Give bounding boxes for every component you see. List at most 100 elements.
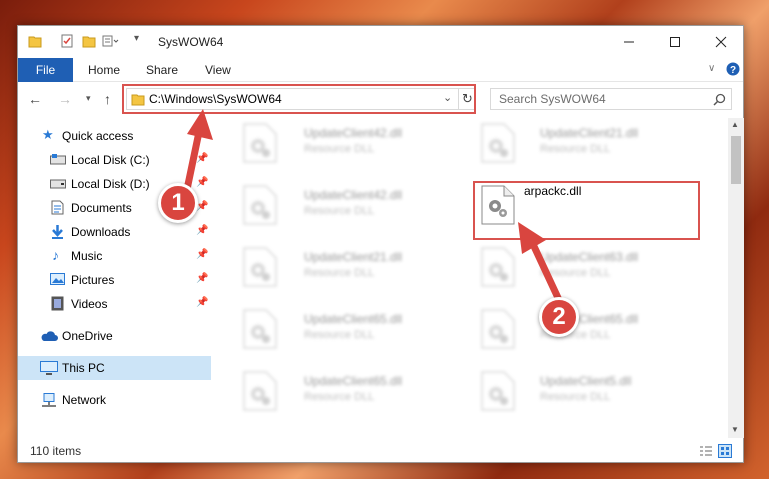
status-bar: 110 items xyxy=(18,439,743,463)
folder-icon xyxy=(28,36,42,48)
file-name: UpdateClient65.dll xyxy=(304,374,403,388)
pin-icon[interactable]: 📌 xyxy=(196,297,208,308)
drive-icon xyxy=(50,154,66,165)
minimize-button[interactable] xyxy=(606,26,652,58)
sidebar-item-label: Music xyxy=(71,249,103,263)
ribbon: File Home Share View ∨ ? xyxy=(18,58,743,82)
properties-icon[interactable] xyxy=(60,34,74,48)
scrollbar-thumb[interactable] xyxy=(731,136,741,184)
details-view-icon[interactable] xyxy=(699,445,713,457)
file-item[interactable]: UpdateClient42.dll Resource DLL xyxy=(234,180,464,230)
maximize-button[interactable] xyxy=(652,26,698,58)
sidebar-item-label: Downloads xyxy=(71,225,131,239)
up-arrow-icon[interactable]: ↑ xyxy=(104,91,111,107)
search-placeholder: Search SysWOW64 xyxy=(499,92,606,106)
dll-file-icon xyxy=(243,309,277,349)
dll-file-icon xyxy=(243,247,277,287)
file-type: Resource DLL xyxy=(540,143,611,155)
drive-icon xyxy=(50,179,66,189)
star-icon: ★ xyxy=(42,127,54,142)
close-button[interactable] xyxy=(698,26,744,58)
sidebar-item-label: This PC xyxy=(62,361,105,375)
file-name: UpdateClient5.dll xyxy=(540,374,632,388)
search-input[interactable]: Search SysWOW64 xyxy=(490,88,732,110)
dll-file-icon xyxy=(243,371,277,411)
file-name: UpdateClient42.dll xyxy=(304,126,403,140)
sidebar-item-videos[interactable]: Videos 📌 xyxy=(18,292,211,316)
dll-file-icon xyxy=(243,185,277,225)
customize-toolbar-icon[interactable] xyxy=(102,34,120,48)
pictures-icon xyxy=(50,273,65,285)
tab-home[interactable]: Home xyxy=(88,63,120,77)
file-type: Resource DLL xyxy=(304,205,375,217)
file-list: UpdateClient42.dll Resource DLL UpdateCl… xyxy=(214,118,728,438)
network-icon xyxy=(42,393,56,407)
item-count: 110 items xyxy=(30,444,82,458)
download-icon xyxy=(52,225,63,239)
file-item[interactable]: UpdateClient5.dll Resource DLL xyxy=(472,366,702,416)
tab-view[interactable]: View xyxy=(205,63,231,77)
scroll-up-icon[interactable]: ▲ xyxy=(731,120,739,129)
sidebar-item-label: Pictures xyxy=(71,273,115,287)
documents-icon xyxy=(51,200,64,215)
tab-file[interactable]: File xyxy=(18,58,73,82)
file-item[interactable]: UpdateClient65.dll Resource DLL xyxy=(234,304,464,354)
file-type: Resource DLL xyxy=(304,391,375,403)
sidebar-item-downloads[interactable]: Downloads 📌 xyxy=(18,220,211,244)
dll-file-icon xyxy=(243,123,277,163)
scroll-down-icon[interactable]: ▼ xyxy=(731,425,739,434)
file-item[interactable]: UpdateClient65.dll Resource DLL xyxy=(234,366,464,416)
sidebar-item-label: OneDrive xyxy=(62,329,113,343)
pin-icon[interactable]: 📌 xyxy=(196,273,208,284)
step-2-badge: 2 xyxy=(539,297,579,337)
file-highlight xyxy=(473,181,700,240)
music-icon: ♪ xyxy=(52,247,59,263)
file-item[interactable]: UpdateClient65.dll Resource DLL xyxy=(472,304,702,354)
sidebar-item-network[interactable]: Network xyxy=(18,388,211,412)
search-icon xyxy=(713,93,726,106)
minimize-icon xyxy=(624,41,634,43)
vertical-scrollbar[interactable]: ▲ ▼ xyxy=(728,118,744,438)
sidebar-item-music[interactable]: ♪ Music 📌 xyxy=(18,244,211,268)
back-arrow-icon[interactable]: ← xyxy=(28,91,42,107)
file-type: Resource DLL xyxy=(304,143,375,155)
sidebar-item-label: Videos xyxy=(71,297,108,311)
expand-ribbon-icon[interactable]: ∨ xyxy=(708,63,715,74)
file-name: UpdateClient21.dll xyxy=(304,250,403,264)
file-name: UpdateClient65.dll xyxy=(304,312,403,326)
file-type: Resource DLL xyxy=(304,267,375,279)
quick-access-dropdown-icon[interactable]: ▾ xyxy=(134,33,139,44)
new-folder-icon[interactable] xyxy=(82,34,96,48)
dll-file-icon xyxy=(481,309,515,349)
window-title: SysWOW64 xyxy=(158,35,224,49)
large-icons-view-icon[interactable] xyxy=(718,444,732,458)
dll-file-icon xyxy=(481,123,515,163)
sidebar-item-label: Network xyxy=(62,393,107,407)
file-type: Resource DLL xyxy=(304,329,375,341)
file-type: Resource DLL xyxy=(540,391,611,403)
file-name: UpdateClient42.dll xyxy=(304,188,403,202)
tab-share[interactable]: Share xyxy=(146,63,178,77)
help-icon[interactable]: ? xyxy=(726,62,740,76)
step-1-badge: 1 xyxy=(158,183,198,223)
file-item[interactable]: UpdateClient63.dll Resource DLL xyxy=(472,242,702,292)
pin-icon[interactable]: 📌 xyxy=(196,225,208,236)
file-name: UpdateClient21.dll xyxy=(540,126,639,140)
file-item[interactable]: UpdateClient42.dll Resource DLL xyxy=(234,118,464,168)
svg-text:?: ? xyxy=(730,65,736,76)
cloud-icon xyxy=(41,331,58,341)
forward-arrow-icon[interactable]: → xyxy=(58,91,72,107)
sidebar-item-this-pc[interactable]: This PC xyxy=(18,356,211,380)
file-item[interactable]: UpdateClient21.dll Resource DLL xyxy=(234,242,464,292)
arrow-icon xyxy=(518,222,563,304)
sidebar-item-onedrive[interactable]: OneDrive xyxy=(18,324,211,348)
sidebar-item-label: Quick access xyxy=(62,129,134,143)
pin-icon[interactable]: 📌 xyxy=(196,249,208,260)
close-icon xyxy=(715,36,727,48)
recent-locations-icon[interactable]: ▾ xyxy=(86,93,91,104)
dll-file-icon xyxy=(481,247,515,287)
videos-icon xyxy=(51,296,64,311)
sidebar-item-pictures[interactable]: Pictures 📌 xyxy=(18,268,211,292)
file-item[interactable]: UpdateClient21.dll Resource DLL xyxy=(472,118,702,168)
sidebar-item-label: Local Disk (C:) xyxy=(71,153,150,167)
